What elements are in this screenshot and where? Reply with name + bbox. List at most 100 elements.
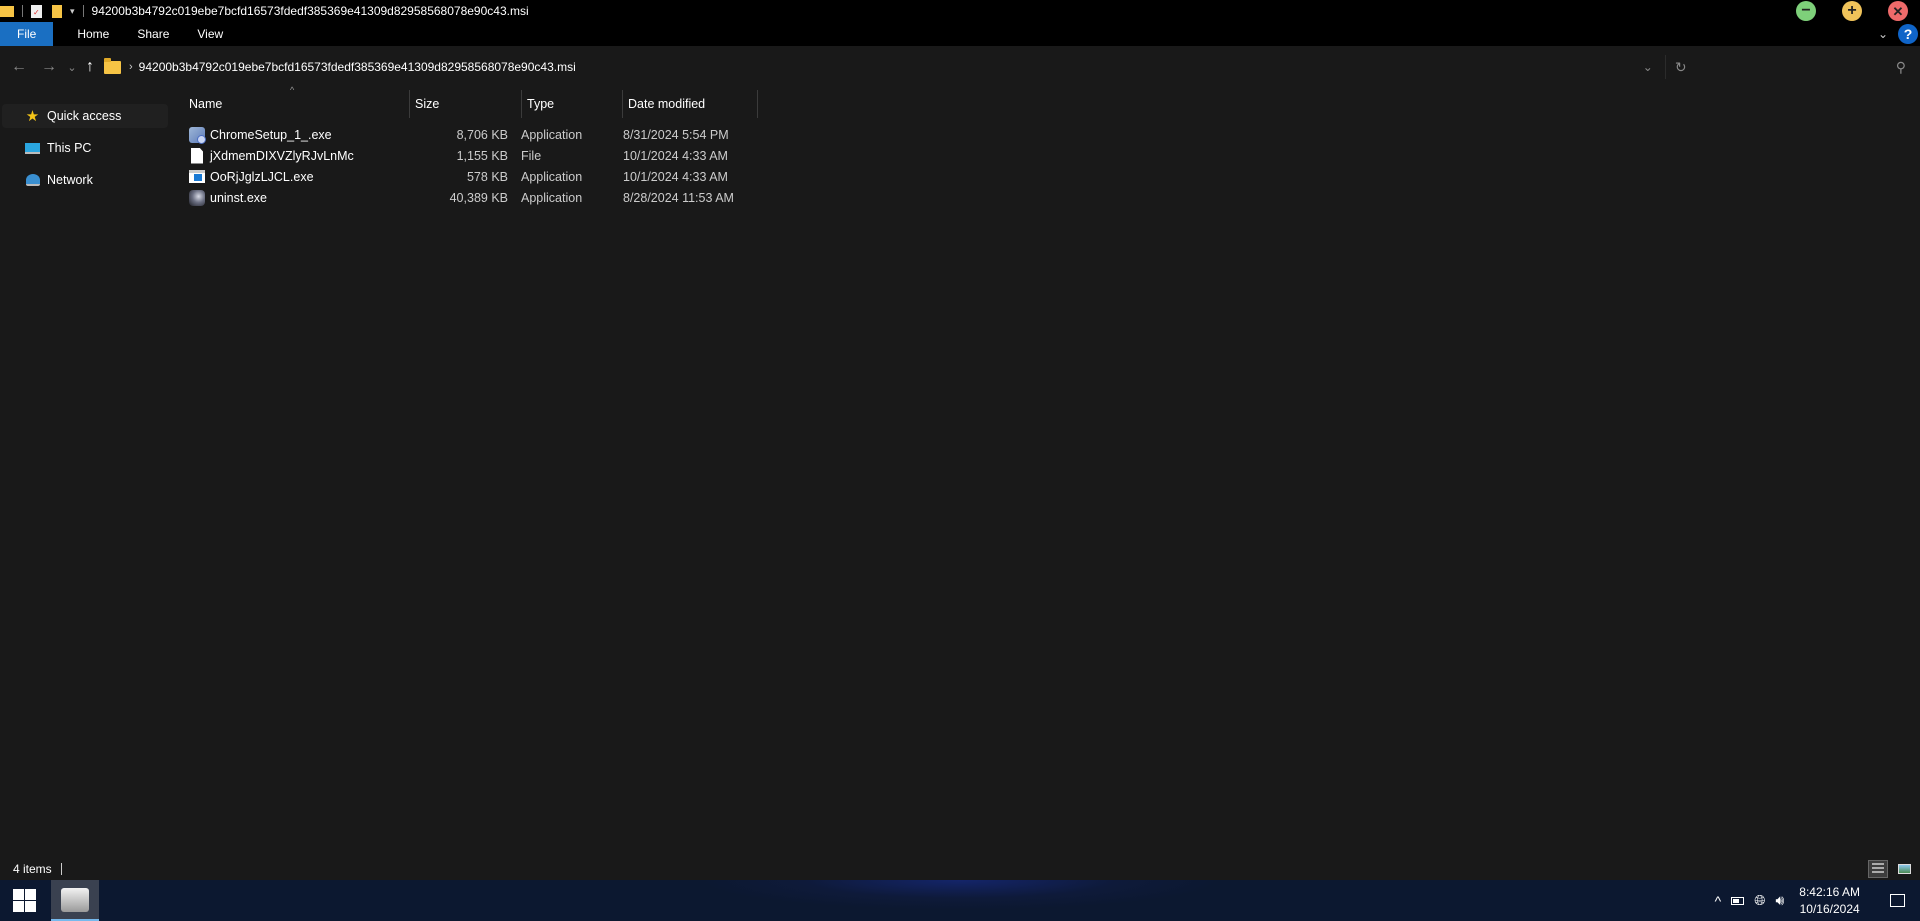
details-view-button[interactable] xyxy=(1868,860,1888,878)
help-icon: ? xyxy=(1903,26,1913,42)
ribbon-tabs: File Home Share View ⌄ ? xyxy=(0,22,1920,46)
search-icon[interactable]: ⚲ xyxy=(1896,59,1906,76)
file-size: 8,706 KB xyxy=(456,127,508,142)
expand-ribbon-chevron-icon[interactable]: ⌄ xyxy=(1878,27,1888,41)
properties-icon[interactable]: ✓ xyxy=(31,4,42,18)
file-type: Application xyxy=(521,190,583,205)
file-name: ChromeSetup_1_.exe xyxy=(210,127,332,142)
large-icons-view-button[interactable] xyxy=(1894,860,1914,878)
divider xyxy=(22,5,23,17)
file-type: Application xyxy=(521,127,583,142)
taskbar-file-explorer[interactable] xyxy=(51,880,99,921)
close-button[interactable]: ✕ xyxy=(1888,1,1908,21)
folder-icon xyxy=(104,57,121,74)
breadcrumb-current[interactable]: 94200b3b4792c019ebe7bcfd16573fdedf385369… xyxy=(139,60,576,74)
address-dropdown-icon[interactable]: ⌄ xyxy=(1633,60,1663,74)
tab-home[interactable]: Home xyxy=(63,22,123,46)
divider xyxy=(60,863,62,875)
status-bar: 4 items xyxy=(0,858,1920,880)
tab-share[interactable]: Share xyxy=(123,22,183,46)
file-name-cell: uninst.exe xyxy=(184,189,410,206)
divider xyxy=(82,5,84,17)
sidebar-item-quick-access[interactable]: ★ Quick access xyxy=(2,104,168,128)
recent-locations-button[interactable]: ⌄ xyxy=(64,61,80,74)
minimize-icon: − xyxy=(1801,2,1811,19)
new-folder-icon[interactable] xyxy=(52,4,62,18)
title-bar: ✓ ▾ 94200b3b4792c019ebe7bcfd16573fdedf38… xyxy=(0,0,1920,22)
file-name: OoRjJglzLJCL.exe xyxy=(210,169,314,184)
file-type: File xyxy=(521,148,542,163)
file-list: ^ Name Size Type Date modified ChromeSet… xyxy=(184,85,758,208)
file-name: jXdmemDIXVZlyRJvLnMc xyxy=(210,148,354,163)
address-bar-right: ⌄ ↻ ⚲ xyxy=(1633,46,1920,88)
network-globe-icon[interactable]: 🌐︎ xyxy=(1754,892,1765,909)
action-center-button[interactable] xyxy=(1874,894,1920,907)
file-date-modified: 10/1/2024 4:33 AM xyxy=(623,169,728,184)
volume-icon[interactable]: 🔊︎ xyxy=(1775,892,1784,909)
sort-ascending-icon: ^ xyxy=(290,85,295,95)
sidebar-item-label: Network xyxy=(47,173,93,187)
address-bar-row: ← → ⌄ ↑ › 94200b3b4792c019ebe7bcfd16573f… xyxy=(0,46,1920,88)
tab-file[interactable]: File xyxy=(0,22,54,46)
column-header-size[interactable]: Size xyxy=(410,90,522,118)
sidebar-item-network[interactable]: Network xyxy=(2,168,168,192)
maximize-icon: + xyxy=(1847,2,1857,19)
file-type: Application xyxy=(521,169,583,184)
sidebar-item-label: This PC xyxy=(47,141,92,155)
tab-view[interactable]: View xyxy=(183,22,237,46)
battery-icon[interactable] xyxy=(1731,896,1745,905)
close-icon: ✕ xyxy=(1892,3,1904,19)
forward-button[interactable]: → xyxy=(34,58,64,76)
window-controls: − + ✕ xyxy=(1770,0,1920,22)
file-size: 40,389 KB xyxy=(449,190,508,205)
file-name: uninst.exe xyxy=(210,190,267,205)
customize-toolbar-icon[interactable]: ▾ xyxy=(70,6,75,17)
file-row[interactable]: jXdmemDIXVZlyRJvLnMc 1,155 KB File 10/1/… xyxy=(184,145,758,166)
windows-logo-icon xyxy=(12,889,36,912)
installer-icon xyxy=(189,126,206,144)
taskbar: ^ 🌐︎ 🔊︎ 8:42:16 AM 10/16/2024 xyxy=(0,880,1920,921)
view-switcher xyxy=(1868,860,1914,878)
up-button[interactable]: ↑ xyxy=(80,58,100,76)
column-header-date-modified[interactable]: Date modified xyxy=(623,90,758,118)
app-image-icon xyxy=(189,189,205,206)
column-header-name[interactable]: Name xyxy=(184,90,410,118)
ribbon-right: ⌄ ? xyxy=(1878,24,1918,44)
file-row[interactable]: uninst.exe 40,389 KB Application 8/28/20… xyxy=(184,187,758,208)
file-date-modified: 10/1/2024 4:33 AM xyxy=(623,148,728,163)
refresh-icon[interactable]: ↻ xyxy=(1666,59,1696,76)
application-window-icon xyxy=(189,170,205,183)
file-name-cell: ChromeSetup_1_.exe xyxy=(184,126,410,144)
file-explorer-icon xyxy=(61,887,89,912)
clock[interactable]: 8:42:16 AM 10/16/2024 xyxy=(1799,884,1860,918)
system-tray: ^ 🌐︎ 🔊︎ 8:42:16 AM 10/16/2024 xyxy=(1710,880,1920,921)
help-button[interactable]: ? xyxy=(1898,24,1918,44)
start-button[interactable] xyxy=(0,880,48,921)
show-hidden-icons-icon[interactable]: ^ xyxy=(1715,893,1722,909)
item-count: 4 items xyxy=(13,862,52,876)
sidebar-item-this-pc[interactable]: This PC xyxy=(2,136,168,160)
navigation-pane: ★ Quick access This PC Network xyxy=(0,104,170,200)
details-view-icon xyxy=(1872,863,1884,875)
quick-access-toolbar: ✓ ▾ xyxy=(0,4,88,18)
file-date-modified: 8/28/2024 11:53 AM xyxy=(623,190,734,205)
file-size: 1,155 KB xyxy=(456,148,508,163)
star-icon: ★ xyxy=(25,108,40,125)
back-button[interactable]: ← xyxy=(4,58,34,76)
breadcrumb-chevron-icon[interactable]: › xyxy=(129,61,133,73)
file-name-cell: OoRjJglzLJCL.exe xyxy=(184,170,410,184)
folder-icon xyxy=(0,5,14,17)
window-title: 94200b3b4792c019ebe7bcfd16573fdedf385369… xyxy=(91,4,529,18)
file-row[interactable]: OoRjJglzLJCL.exe 578 KB Application 10/1… xyxy=(184,166,758,187)
maximize-button[interactable]: + xyxy=(1842,1,1862,21)
computer-icon xyxy=(24,141,41,156)
file-date-modified: 8/31/2024 5:54 PM xyxy=(623,127,729,142)
file-row[interactable]: ChromeSetup_1_.exe 8,706 KB Application … xyxy=(184,124,758,145)
clock-time: 8:42:16 AM xyxy=(1799,884,1860,899)
large-icons-view-icon xyxy=(1897,864,1911,874)
blank-file-icon xyxy=(191,147,203,164)
column-header-type[interactable]: Type xyxy=(522,90,623,118)
minimize-button[interactable]: − xyxy=(1796,1,1816,21)
clock-date: 10/16/2024 xyxy=(1799,901,1860,916)
sidebar-item-label: Quick access xyxy=(47,109,122,123)
